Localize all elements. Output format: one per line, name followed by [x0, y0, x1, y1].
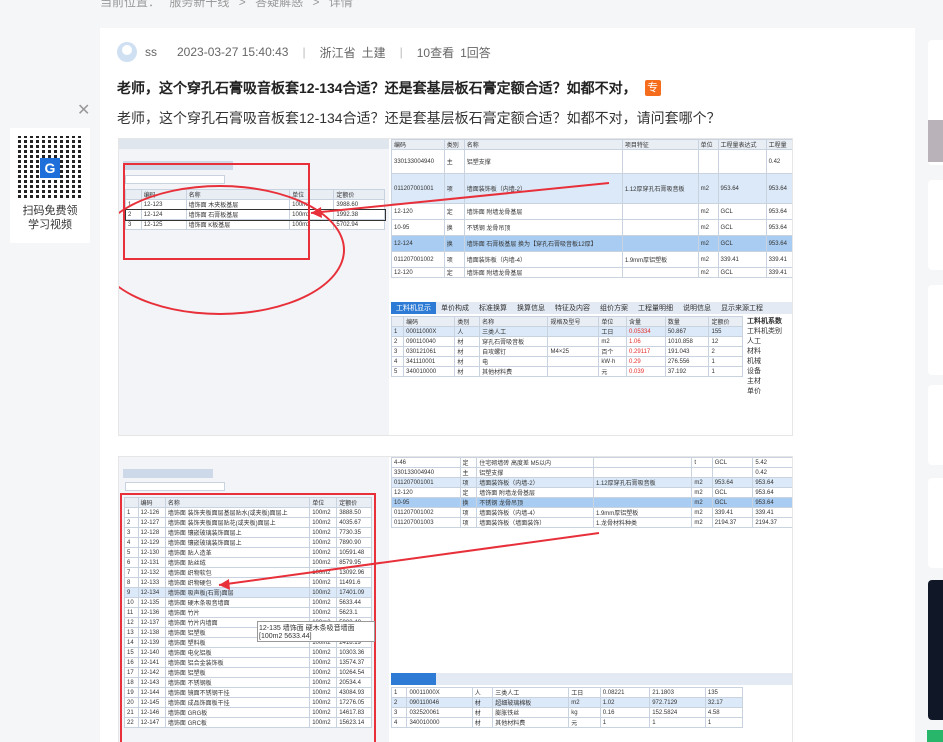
breadcrumb-item[interactable]: 答疑解惑	[255, 0, 303, 9]
question-title: 老师，这个穿孔石膏吸音板套12-134合适？还是套基层板石膏定额合适？如都不对，…	[117, 78, 661, 98]
qr-code-icon: G	[18, 136, 82, 200]
side-button[interactable]	[927, 730, 943, 742]
question-body: 老师，这个穿孔石膏吸音板套12-134合适？还是套基层板石膏定额合适？如都不对，…	[117, 110, 721, 126]
answer-count: 1回答	[460, 45, 491, 60]
breadcrumb-sep: >	[312, 0, 320, 9]
qr-text: 扫码免费领	[22, 205, 78, 217]
breadcrumb: 当前位置： 服务新干线 > 答疑解惑 > 详情	[100, 0, 359, 10]
side-card	[928, 285, 943, 375]
arrow-annotation	[310, 182, 610, 218]
question-title-text: 老师，这个穿孔石膏吸音板套12-134合适？还是套基层板石膏定额合适？如都不对，	[117, 80, 637, 96]
view-count: 10查看	[416, 45, 455, 60]
question-major: 土建	[361, 45, 386, 60]
question-region: 浙江省	[319, 45, 356, 60]
question-card: ss 2023-03-27 15:40:43 | 浙江省 土建 | 10查看 1…	[100, 28, 915, 742]
breadcrumb-item[interactable]: 服务新干线	[169, 0, 229, 9]
avatar	[117, 42, 137, 62]
side-card	[928, 180, 943, 270]
question-meta: ss 2023-03-27 15:40:43 | 浙江省 土建 | 10查看 1…	[117, 42, 491, 62]
side-card	[928, 40, 943, 165]
side-card	[928, 385, 943, 465]
user-name[interactable]: ss	[145, 45, 157, 59]
breadcrumb-sep: >	[238, 0, 246, 9]
side-banner	[928, 580, 943, 720]
qr-text: 学习视频	[28, 219, 72, 231]
attachment-image-2[interactable]: 编码 名称 单位 定额价 1 12-126 墙饰面 装饰夹板面层基层贴水(或夹板)面层上 1…	[118, 456, 793, 742]
side-card	[928, 478, 943, 568]
divider: |	[302, 45, 306, 59]
qr-logo: G	[40, 158, 60, 178]
breadcrumb-item: 详情	[328, 0, 353, 9]
divider: |	[399, 45, 403, 59]
attachment-image-1[interactable]: 编码 名称 单位 定额价 1 12-123 墙饰面 木夹板基层 100m2 3988.60 2…	[118, 138, 793, 436]
page: 当前位置： 服务新干线 > 答疑解惑 > 详情 ✕ G 扫码免费领 学习视频 s…	[0, 0, 943, 742]
expert-badge: 专	[644, 80, 661, 96]
qr-panel: G 扫码免费领 学习视频	[10, 128, 90, 243]
question-date: 2023-03-27 15:40:43	[177, 45, 289, 59]
arrow-annotation	[218, 532, 600, 590]
breadcrumb-label: 当前位置：	[100, 0, 161, 9]
close-icon[interactable]: ✕	[77, 100, 90, 120]
